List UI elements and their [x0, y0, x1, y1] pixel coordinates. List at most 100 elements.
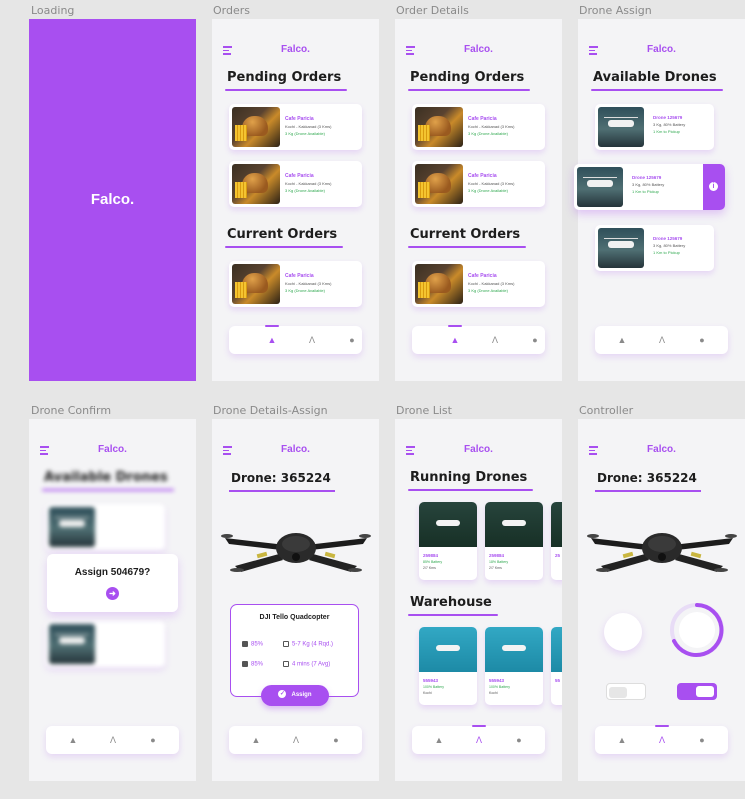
order-card[interactable]: Cafe Paricia Kochi - Kakkanad (3 Kms) 3 …	[412, 161, 545, 207]
drone-model: DJI Tello Quadcopter	[259, 614, 330, 621]
drone-nav-icon[interactable]: Λ	[291, 735, 301, 745]
current-orders-title: Current Orders	[408, 227, 527, 248]
bell-icon[interactable]: ●	[331, 735, 341, 745]
food-image	[232, 264, 280, 304]
drone-battery: 85% Battery	[423, 560, 443, 564]
home-icon[interactable]: ▲	[450, 335, 460, 345]
order-name: Cafe Paricia	[285, 173, 314, 179]
drone-name: Drone 125679	[653, 115, 683, 120]
home-icon[interactable]: ▲	[267, 335, 277, 345]
active-indicator	[472, 725, 486, 727]
order-card[interactable]: Cafe Paricia Kochi - Kakkanad (3 Kms) 3 …	[229, 261, 362, 307]
bell-icon[interactable]: ●	[148, 735, 158, 745]
dialog-text: Assign 504679?	[74, 567, 151, 578]
confirm-arrow-icon[interactable]: ➜	[106, 587, 119, 600]
bottom-nav: ▲ Λ ●	[229, 325, 362, 354]
battery-spec: 85%	[242, 661, 263, 668]
running-drone-tile[interactable]: 259884 18% Battery 2/7 Kms	[485, 502, 543, 580]
food-image	[232, 107, 280, 147]
running-drones-title: Running Drones	[408, 470, 534, 491]
drone-nav-icon[interactable]: Λ	[657, 335, 667, 345]
food-image	[232, 164, 280, 204]
order-name: Cafe Paricia	[468, 173, 497, 179]
joystick-left[interactable]	[604, 613, 642, 651]
drone-assign-screen: Falco. Available Drones Drone 125679 3 K…	[574, 19, 745, 381]
frame-label-drone-confirm: Drone Confirm	[31, 404, 112, 417]
drone-nav-icon[interactable]: Λ	[307, 335, 317, 345]
drone-image	[221, 533, 371, 572]
drone-id: 555943	[489, 678, 505, 683]
order-name: Cafe Paricia	[285, 273, 314, 279]
order-card[interactable]: Cafe Paricia Kochi - Kakkanad (3 Kms) 3 …	[229, 104, 362, 150]
drone-card[interactable]: Drone 125679 3 Kg, 80% Battery 1 Km to P…	[595, 104, 714, 150]
active-indicator	[265, 325, 279, 327]
drone-image	[598, 107, 644, 147]
drone-nav-icon[interactable]: Λ	[657, 735, 667, 745]
app-logo: Falco.	[464, 444, 493, 455]
drone-nav-icon[interactable]: Λ	[474, 735, 484, 745]
order-weight: 3 Kg (Drone Available)	[468, 131, 508, 136]
warehouse-drone-tile[interactable]: 555943 100% Battery Kochi	[485, 627, 543, 705]
joystick-right[interactable]	[668, 601, 726, 659]
order-weight: 3 Kg (Drone Available)	[285, 288, 325, 293]
order-location: Kochi - Kakkanad (3 Kms)	[285, 281, 332, 286]
running-drone-tile[interactable]: 259884 85% Battery 2/7 Kms	[419, 502, 477, 580]
bell-icon[interactable]: ●	[697, 735, 707, 745]
toggle-on[interactable]	[677, 683, 717, 700]
drone-info: 3 Kg, 80% Battery	[632, 182, 665, 187]
drone-nav-icon[interactable]: Λ	[490, 335, 500, 345]
warehouse-drone-tile[interactable]: 555943 100% Battery Kochi	[419, 627, 477, 705]
home-icon[interactable]: ▲	[434, 735, 444, 745]
home-icon[interactable]: ▲	[251, 735, 261, 745]
order-details-screen: Falco. Pending Orders Cafe Paricia Kochi…	[395, 19, 562, 381]
drone-card	[46, 504, 165, 550]
drone-confirm-screen: Falco. Available Drones Assign 504679? ➜…	[29, 419, 196, 781]
drone-card-selected[interactable]: Drone 125679 3 Kg, 80% Battery 1 Km to P…	[574, 164, 725, 210]
running-drone-tile[interactable]: 25	[551, 502, 562, 580]
order-card[interactable]: Cafe Paricia Kochi - Kakkanad (3 Kms) 3 …	[412, 261, 545, 307]
bell-icon[interactable]: ●	[530, 335, 540, 345]
app-logo: Falco.	[464, 44, 493, 55]
splash-logo: Falco.	[90, 191, 135, 208]
assign-button[interactable]: ✓ Assign	[261, 685, 329, 706]
home-icon[interactable]: ▲	[617, 735, 627, 745]
drone-name: Drone 125679	[653, 236, 683, 241]
drone-card[interactable]: Drone 125679 3 Kg, 80% Battery 1 Km to P…	[595, 225, 714, 271]
drone-battery: 100% Battery	[489, 685, 511, 689]
food-image	[415, 107, 463, 147]
drone-image	[577, 167, 623, 207]
drone-nav-icon[interactable]: Λ	[108, 735, 118, 745]
order-name: Cafe Paricia	[285, 116, 314, 122]
info-button[interactable]: i	[703, 164, 725, 210]
battery-icon	[242, 641, 248, 647]
check-icon: ✓	[278, 690, 287, 699]
bell-icon[interactable]: ●	[697, 335, 707, 345]
drone-image	[485, 627, 543, 672]
available-drones-title: Available Drones	[42, 470, 174, 491]
controller-screen: Falco. Drone: 365224 ▲ Λ ●	[578, 419, 745, 781]
drone-battery: 18% Battery	[489, 560, 509, 564]
header: Falco.	[29, 443, 196, 457]
order-name: Cafe Paricia	[468, 116, 497, 122]
drone-info: 3 Kg, 80% Battery	[653, 122, 686, 127]
app-logo: Falco.	[647, 44, 676, 55]
drone-pickup: 1 Km to Pickup	[653, 250, 680, 255]
home-icon[interactable]: ▲	[617, 335, 627, 345]
drone-image	[551, 627, 562, 672]
capacity-spec: 5-7 Kg (4 Rqd.)	[283, 641, 333, 648]
bell-icon[interactable]: ●	[347, 335, 357, 345]
drone-list-screen: Falco. Running Drones 259884 85% Battery…	[395, 419, 562, 781]
bell-icon[interactable]: ●	[514, 735, 524, 745]
current-orders-title: Current Orders	[225, 227, 344, 248]
food-image	[415, 164, 463, 204]
frame-label-loading: Loading	[31, 4, 75, 17]
order-card[interactable]: Cafe Paricia Kochi - Kakkanad (3 Kms) 3 …	[229, 161, 362, 207]
drone-id: 55	[555, 678, 561, 683]
bottom-nav: ▲ Λ ●	[46, 726, 179, 754]
app-logo: Falco.	[281, 444, 310, 455]
drone-id: 25	[555, 553, 561, 558]
warehouse-drone-tile[interactable]: 55	[551, 627, 562, 705]
order-card[interactable]: Cafe Paricia Kochi - Kakkanad (3 Kms) 3 …	[412, 104, 545, 150]
toggle-off[interactable]	[606, 683, 646, 700]
home-icon[interactable]: ▲	[68, 735, 78, 745]
